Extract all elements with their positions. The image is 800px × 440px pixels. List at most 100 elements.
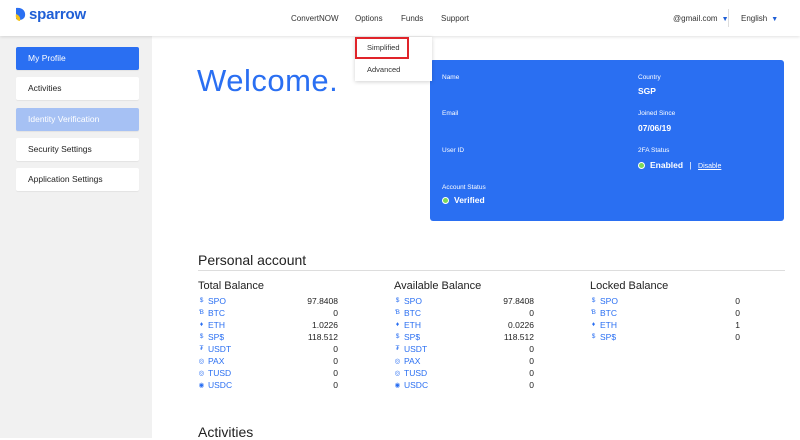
coin-amount: 0 xyxy=(735,332,740,342)
coin-amount: 0 xyxy=(333,368,338,378)
email-label: Email xyxy=(442,110,459,117)
balance-row: $ SPO 97.8408 xyxy=(198,296,338,308)
coin-symbol[interactable]: BTC xyxy=(600,308,617,318)
balance-row: ◎ PAX 0 xyxy=(198,356,338,368)
balance-row: $ SP$ 118.512 xyxy=(198,332,338,344)
coin-icon: ◉ xyxy=(394,382,401,389)
chevron-down-icon: ▼ xyxy=(771,16,779,23)
brand-logo[interactable]: sparrow xyxy=(13,3,86,25)
coin-symbol[interactable]: PAX xyxy=(208,356,224,366)
coin-symbol[interactable]: SP$ xyxy=(600,332,616,342)
disable-2fa-link[interactable]: Disable xyxy=(698,163,721,170)
coin-amount: 0 xyxy=(333,308,338,318)
coin-amount: 0 xyxy=(529,308,534,318)
coin-symbol[interactable]: BTC xyxy=(404,308,421,318)
coin-symbol[interactable]: BTC xyxy=(208,308,225,318)
balance-row: $ SP$ 0 xyxy=(590,332,740,344)
options-dropdown-menu: Simplified Advanced xyxy=(355,37,432,81)
twofa-separator: | xyxy=(689,160,692,170)
coin-icon: ◎ xyxy=(394,370,401,377)
coin-symbol[interactable]: USDT xyxy=(404,344,427,354)
coin-amount: 118.512 xyxy=(307,332,338,342)
account-status: Verified xyxy=(442,195,485,205)
coin-symbol[interactable]: USDC xyxy=(208,380,232,390)
sidebar-item-my-profile[interactable]: My Profile xyxy=(16,47,139,70)
sidebar-item-security-settings[interactable]: Security Settings xyxy=(16,138,139,161)
coin-amount: 0 xyxy=(735,296,740,306)
coin-icon: $ xyxy=(199,333,204,340)
language-selector[interactable]: English ▼ xyxy=(741,14,778,23)
balance-row: $ SPO 0 xyxy=(590,296,740,308)
coin-amount: 0.0226 xyxy=(508,320,534,330)
coin-icon: ◎ xyxy=(394,358,401,365)
coin-symbol[interactable]: USDC xyxy=(404,380,428,390)
coin-symbol[interactable]: SP$ xyxy=(208,332,224,342)
coin-amount: 97.8408 xyxy=(307,296,338,306)
coin-symbol[interactable]: ETH xyxy=(208,320,225,330)
balance-row: ◉ USDC 0 xyxy=(198,380,338,392)
menu-item-simplified[interactable]: Simplified xyxy=(355,37,409,59)
coin-icon: ♦ xyxy=(591,321,596,328)
language-label: English xyxy=(741,14,768,23)
balance-row: ♦ ETH 1.0226 xyxy=(198,320,338,332)
coin-amount: 0 xyxy=(333,344,338,354)
coin-icon: $ xyxy=(591,297,596,304)
nav-convertnow[interactable]: ConvertNOW xyxy=(291,14,339,23)
coin-symbol[interactable]: USDT xyxy=(208,344,231,354)
profile-card: Name Country SGP Email Joined Since 07/0… xyxy=(430,60,784,221)
coin-amount: 97.8408 xyxy=(503,296,534,306)
coin-amount: 0 xyxy=(529,344,534,354)
nav-funds[interactable]: Funds xyxy=(401,14,423,23)
coin-symbol[interactable]: TUSD xyxy=(208,368,231,378)
coin-icon: ♦ xyxy=(395,321,400,328)
coin-amount: 0 xyxy=(735,308,740,318)
coin-symbol[interactable]: TUSD xyxy=(404,368,427,378)
account-menu[interactable]: @gmail.com ▼ xyxy=(673,14,729,23)
nav-options[interactable]: Options xyxy=(355,14,383,23)
balance-row: ◎ PAX 0 xyxy=(394,356,534,368)
sidebar-item-activities[interactable]: Activities xyxy=(16,77,139,100)
sidebar-item-identity-verification[interactable]: Identity Verification xyxy=(16,108,139,131)
coin-amount: 0 xyxy=(529,380,534,390)
coin-icon: ♦ xyxy=(199,321,204,328)
nav-support[interactable]: Support xyxy=(441,14,469,23)
balance-row: Ɓ BTC 0 xyxy=(198,308,338,320)
balance-row: ◉ USDC 0 xyxy=(394,380,534,392)
sparrow-logo-icon xyxy=(15,7,26,21)
joined-label: Joined Since xyxy=(638,110,676,117)
sidebar-item-application-settings[interactable]: Application Settings xyxy=(16,168,139,191)
coin-icon: ◎ xyxy=(198,370,205,377)
balance-row: ♦ ETH 0.0226 xyxy=(394,320,534,332)
country-label: Country xyxy=(638,74,661,81)
status-dot-icon xyxy=(638,162,645,169)
section-divider xyxy=(198,270,785,271)
account-status-label: Account Status xyxy=(442,184,486,191)
coin-amount: 1.0226 xyxy=(312,320,338,330)
coin-symbol[interactable]: ETH xyxy=(404,320,421,330)
coin-symbol[interactable]: SP$ xyxy=(404,332,420,342)
menu-item-advanced[interactable]: Advanced xyxy=(355,59,432,81)
coin-amount: 0 xyxy=(333,380,338,390)
sidebar: My Profile Activities Identity Verificat… xyxy=(0,36,152,438)
coin-symbol[interactable]: SPO xyxy=(600,296,618,306)
coin-symbol[interactable]: ETH xyxy=(600,320,617,330)
coin-icon: ◉ xyxy=(198,382,205,389)
name-label: Name xyxy=(442,74,460,81)
coin-icon: Ɓ xyxy=(395,309,400,316)
coin-symbol[interactable]: PAX xyxy=(404,356,420,366)
userid-label: User ID xyxy=(442,147,465,154)
balance-row: Ɓ BTC 0 xyxy=(394,308,534,320)
coin-amount: 1 xyxy=(735,320,740,330)
coin-symbol[interactable]: SPO xyxy=(404,296,422,306)
coin-amount: 0 xyxy=(529,356,534,366)
coin-amount: 0 xyxy=(529,368,534,378)
balance-row: ◎ TUSD 0 xyxy=(198,368,338,380)
balance-row: $ SPO 97.8408 xyxy=(394,296,534,308)
twofa-status: Enabled | Disable xyxy=(638,160,721,170)
coin-icon: $ xyxy=(395,333,400,340)
account-status-value: Verified xyxy=(454,195,485,205)
nav-divider xyxy=(728,9,729,27)
total-balance-title: Total Balance xyxy=(198,280,265,292)
available-balance-title: Available Balance xyxy=(394,280,482,292)
coin-symbol[interactable]: SPO xyxy=(208,296,226,306)
